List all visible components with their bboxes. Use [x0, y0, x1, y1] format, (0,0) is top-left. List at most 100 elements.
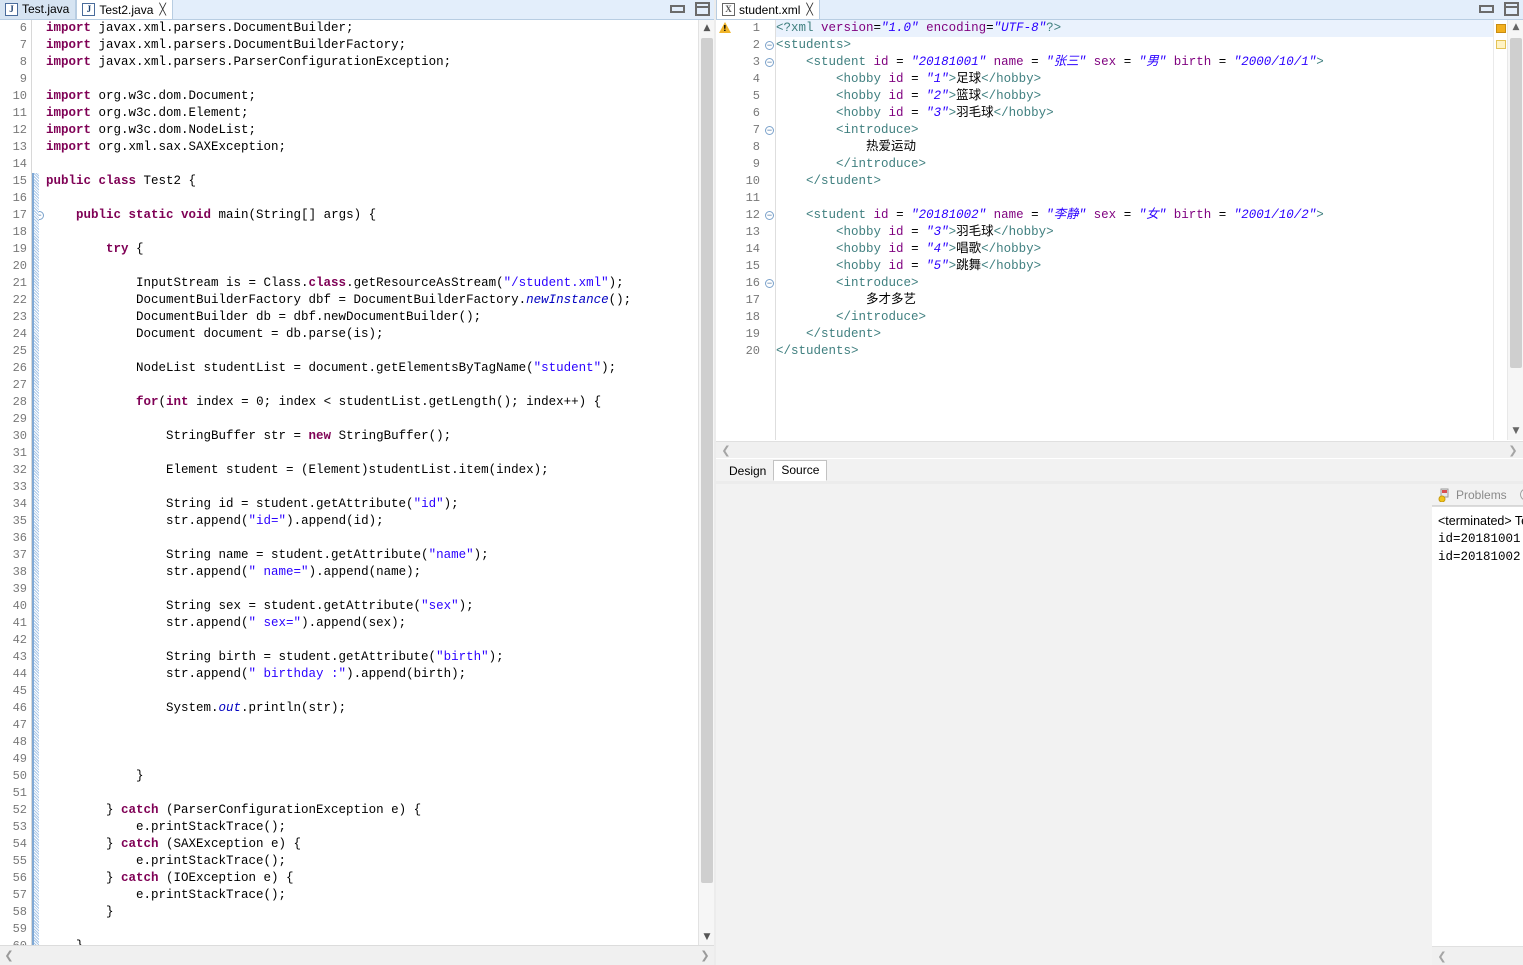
fold-toggle-icon[interactable]: −	[764, 54, 775, 71]
code-line[interactable]: import org.w3c.dom.Document;	[46, 88, 714, 105]
xml-code-line[interactable]	[776, 190, 1523, 207]
xml-code-line[interactable]: <student id = "20181001" name = "张三" sex…	[776, 54, 1523, 71]
code-line[interactable]	[46, 530, 714, 547]
xml-code-line[interactable]: <hobby id = "3">羽毛球</hobby>	[776, 224, 1523, 241]
code-line[interactable]: for(int index = 0; index < studentList.g…	[46, 394, 714, 411]
code-line[interactable]: NodeList studentList = document.getEleme…	[46, 360, 714, 377]
xml-code-line[interactable]: 多才多艺	[776, 292, 1523, 309]
minimize-icon[interactable]	[670, 5, 685, 13]
code-line[interactable]: Document document = db.parse(is);	[46, 326, 714, 343]
close-icon[interactable]: ╳	[159, 3, 166, 16]
code-line[interactable]: e.printStackTrace();	[46, 853, 714, 870]
scroll-left-icon[interactable]: ❮	[0, 949, 18, 962]
code-line[interactable]: }	[46, 938, 714, 945]
java-editor-vertical-scrollbar[interactable]: ▲ ▼	[698, 20, 714, 945]
xml-fold-column[interactable]: − − − − −	[764, 20, 776, 440]
xml-code-line[interactable]: <?xml version="1.0" encoding="UTF-8"?>	[776, 20, 1523, 37]
java-fold-column[interactable]: −	[32, 20, 46, 945]
fold-toggle-icon[interactable]: −	[764, 122, 775, 139]
code-line[interactable]: String id = student.getAttribute("id");	[46, 496, 714, 513]
scrollbar-thumb[interactable]	[701, 38, 713, 883]
code-line[interactable]	[46, 224, 714, 241]
xml-overview-ruler[interactable]	[1493, 20, 1507, 440]
code-line[interactable]	[46, 479, 714, 496]
code-line[interactable]: public static void main(String[] args) {	[46, 207, 714, 224]
xml-code-line[interactable]: <hobby id = "5">跳舞</hobby>	[776, 258, 1523, 275]
xml-code-line[interactable]: </introduce>	[776, 309, 1523, 326]
code-line[interactable]: String sex = student.getAttribute("sex")…	[46, 598, 714, 615]
code-line[interactable]	[46, 785, 714, 802]
xml-editor-vertical-scrollbar[interactable]: ▲ ▼	[1507, 20, 1523, 440]
code-line[interactable]: str.append("id=").append(id);	[46, 513, 714, 530]
scroll-left-icon[interactable]: ❮	[716, 444, 736, 457]
code-line[interactable]: str.append(" birthday :").append(birth);	[46, 666, 714, 683]
xml-source-code[interactable]: <?xml version="1.0" encoding="UTF-8"?> <s…	[776, 20, 1523, 440]
java-editor-horizontal-scrollbar[interactable]: ❮ ❯	[0, 945, 714, 965]
console-output-area[interactable]: <terminated> Test2 [Java Application] C:…	[1432, 506, 1523, 941]
code-line[interactable]	[46, 445, 714, 462]
xml-code-line[interactable]: <student id = "20181002" name = "李静" sex…	[776, 207, 1523, 224]
scroll-up-icon[interactable]: ▲	[1508, 20, 1523, 36]
xml-code-line[interactable]: <hobby id = "1">足球</hobby>	[776, 71, 1523, 88]
code-line[interactable]	[46, 71, 714, 88]
tab-design[interactable]: Design	[722, 462, 774, 481]
code-line[interactable]: String name = student.getAttribute("name…	[46, 547, 714, 564]
code-line[interactable]: e.printStackTrace();	[46, 887, 714, 904]
maximize-icon[interactable]	[1504, 2, 1519, 16]
code-line[interactable]: e.printStackTrace();	[46, 819, 714, 836]
code-line[interactable]: import org.w3c.dom.Element;	[46, 105, 714, 122]
code-line[interactable]	[46, 343, 714, 360]
code-line[interactable]	[46, 921, 714, 938]
xml-code-line[interactable]: </introduce>	[776, 156, 1523, 173]
xml-editor-body[interactable]: 1 2 3 4 5 6 7 8 9 10 11 12 13 14 15 16 17 18 19 20 − − − − − <?…	[716, 20, 1523, 440]
xml-code-line[interactable]: <introduce>	[776, 122, 1523, 139]
console-horizontal-scrollbar[interactable]: ❮ ❯	[1432, 946, 1523, 965]
code-line[interactable]: } catch (ParserConfigurationException e)…	[46, 802, 714, 819]
xml-code-line[interactable]: </student>	[776, 326, 1523, 343]
warning-marker[interactable]	[1496, 24, 1506, 33]
scroll-left-icon[interactable]: ❮	[1432, 950, 1452, 963]
xml-editor-horizontal-scrollbar[interactable]: ❮ ❯	[716, 441, 1523, 458]
code-line[interactable]: System.out.println(str);	[46, 700, 714, 717]
code-line[interactable]	[46, 632, 714, 649]
code-line[interactable]: Element student = (Element)studentList.i…	[46, 462, 714, 479]
code-line[interactable]	[46, 581, 714, 598]
fold-toggle-icon[interactable]: −	[764, 207, 775, 224]
code-line[interactable]: }	[46, 768, 714, 785]
scroll-right-icon[interactable]: ❯	[696, 949, 714, 962]
code-line[interactable]: try {	[46, 241, 714, 258]
code-line[interactable]: import javax.xml.parsers.ParserConfigura…	[46, 54, 714, 71]
xml-code-line[interactable]: <hobby id = "2">篮球</hobby>	[776, 88, 1523, 105]
code-line[interactable]: InputStream is = Class.class.getResource…	[46, 275, 714, 292]
xml-code-line[interactable]: 热爱运动	[776, 139, 1523, 156]
horizontal-splitter[interactable]	[716, 481, 1523, 484]
fold-toggle-icon[interactable]: −	[764, 275, 775, 292]
xml-code-line[interactable]: <students>	[776, 37, 1523, 54]
code-line[interactable]	[46, 190, 714, 207]
code-line[interactable]: import org.w3c.dom.NodeList;	[46, 122, 714, 139]
xml-code-line[interactable]: <hobby id = "3">羽毛球</hobby>	[776, 105, 1523, 122]
code-line[interactable]	[46, 156, 714, 173]
java-editor-body[interactable]: 6 7 8 9 10 11 12 13 14 15 16 17 18 19 20 21 22 23 24 25 26 27…	[0, 20, 714, 945]
scroll-up-icon[interactable]: ▲	[699, 20, 714, 36]
tab-student-xml[interactable]: X student.xml ╳	[716, 0, 820, 19]
code-line[interactable]	[46, 377, 714, 394]
tab-javadoc[interactable]: @ Javadoc	[1513, 484, 1523, 505]
code-line[interactable]: StringBuffer str = new StringBuffer();	[46, 428, 714, 445]
code-line[interactable]	[46, 411, 714, 428]
code-line[interactable]: }	[46, 904, 714, 921]
scroll-right-icon[interactable]: ❯	[1503, 444, 1523, 457]
code-line[interactable]	[46, 751, 714, 768]
fold-toggle-icon[interactable]: −	[764, 37, 775, 54]
code-line[interactable]: public class Test2 {	[46, 173, 714, 190]
code-line[interactable]: DocumentBuilderFactory dbf = DocumentBui…	[46, 292, 714, 309]
tab-source[interactable]: Source	[773, 460, 828, 481]
tab-problems[interactable]: Problems	[1432, 484, 1513, 505]
code-line[interactable]	[46, 683, 714, 700]
code-line[interactable]: DocumentBuilder db = dbf.newDocumentBuil…	[46, 309, 714, 326]
xml-annotation-column[interactable]	[716, 20, 734, 440]
code-line[interactable]: import org.xml.sax.SAXException;	[46, 139, 714, 156]
tab-test-java[interactable]: J Test.java	[0, 0, 77, 19]
code-line[interactable]	[46, 734, 714, 751]
xml-code-line[interactable]: </student>	[776, 173, 1523, 190]
